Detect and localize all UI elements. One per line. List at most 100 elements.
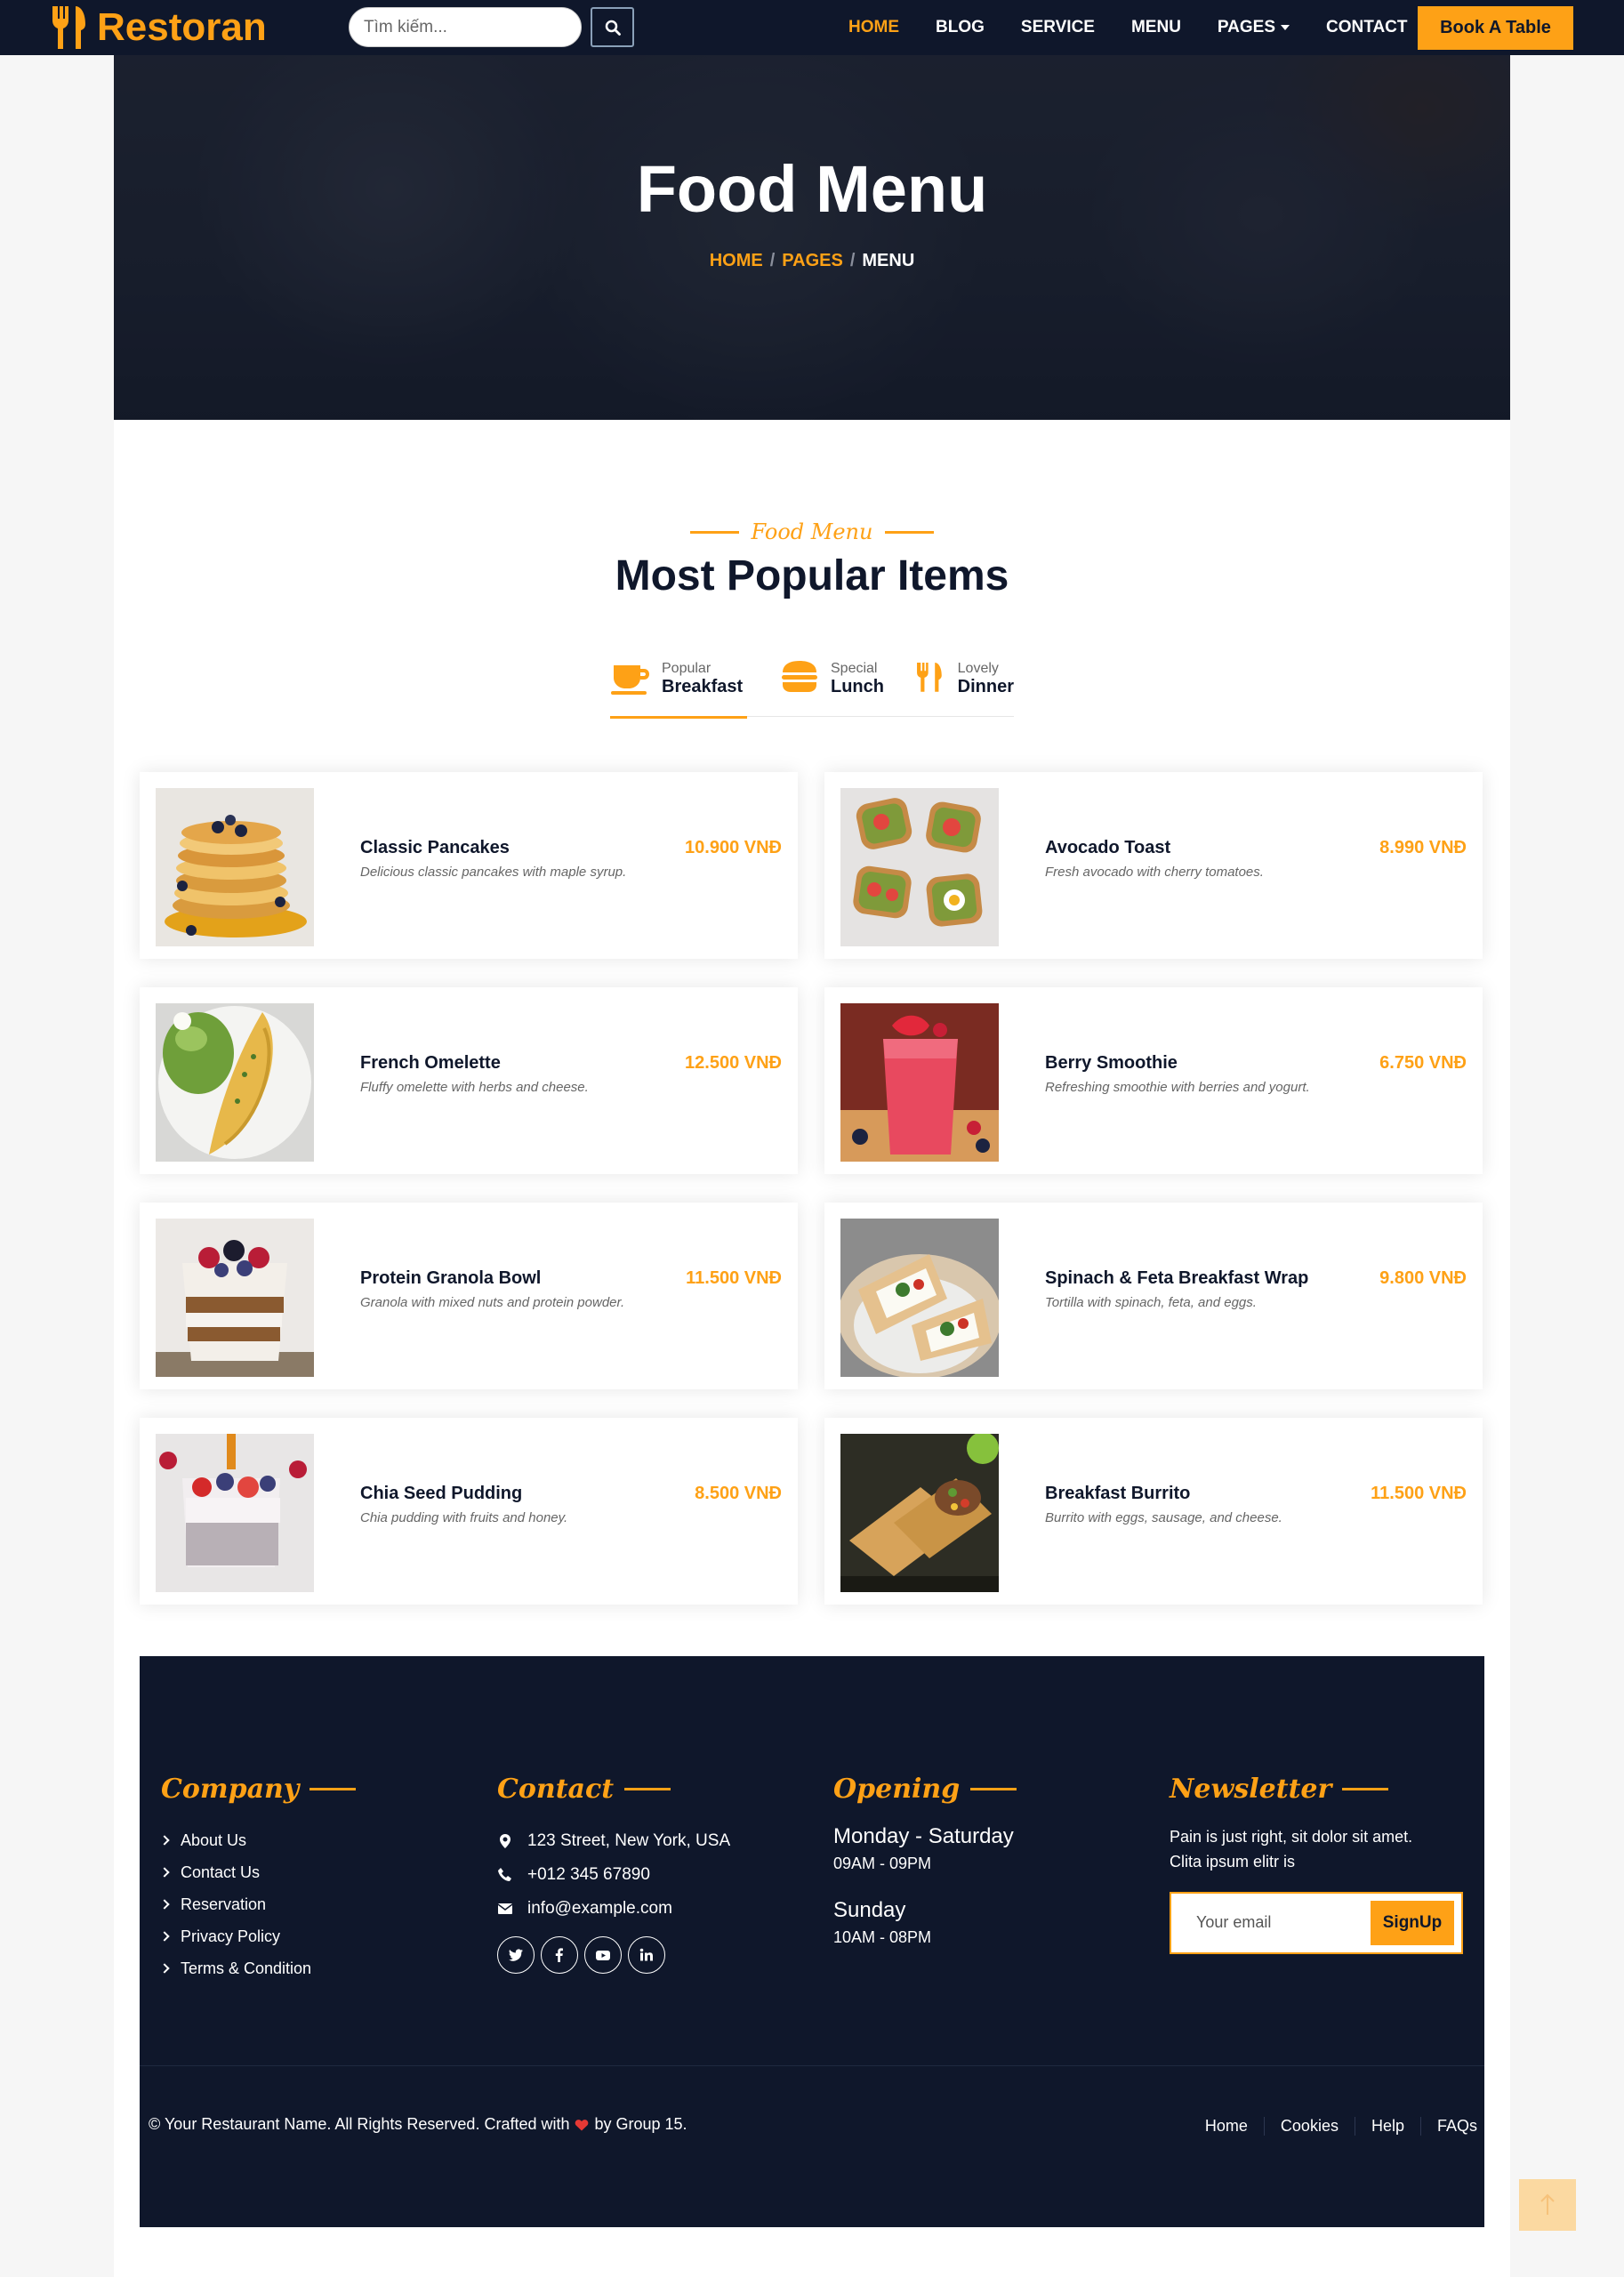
footer-heading: Opening — [833, 1774, 1017, 1805]
social-links — [497, 1936, 730, 1974]
footer-link-label: Privacy Policy — [181, 1927, 281, 1945]
omelette-photo — [156, 1003, 314, 1162]
breadcrumb-separator: / — [849, 251, 856, 270]
section-subtitle: Food Menu — [0, 519, 1624, 544]
contact-phone[interactable]: +012 345 67890 — [497, 1858, 730, 1892]
footer-link-reservation[interactable]: Reservation — [159, 1888, 356, 1920]
nav-pages-dropdown[interactable]: PAGES — [1218, 18, 1290, 37]
facebook-icon — [555, 1948, 563, 1962]
menu-item-desc: Granola with mixed nuts and protein powd… — [360, 1295, 625, 1310]
copyright: © Your Restaurant Name. All Rights Reser… — [149, 2115, 687, 2134]
book-table-button[interactable]: Book A Table — [1418, 6, 1573, 50]
footer-menu-home[interactable]: Home — [1189, 2116, 1265, 2136]
breadcrumb-pages[interactable]: PAGES — [782, 251, 843, 270]
contact-email-text: info@example.com — [527, 1899, 672, 1918]
chevron-right-icon — [159, 1963, 170, 1974]
divider — [310, 1788, 357, 1790]
menu-item-card[interactable]: Protein Granola Bowl Granola with mixed … — [140, 1203, 798, 1389]
coffee-cup-icon — [611, 665, 649, 695]
divider — [689, 530, 739, 534]
breadcrumb-current: MENU — [862, 251, 915, 270]
footer-link-about[interactable]: About Us — [159, 1824, 356, 1856]
footer-menu-help[interactable]: Help — [1355, 2116, 1421, 2136]
divider — [885, 530, 935, 534]
menu-item-desc: Burrito with eggs, sausage, and cheese. — [1045, 1510, 1282, 1525]
footer-link-label: Terms & Condition — [181, 1959, 312, 1977]
pancakes-photo — [156, 788, 314, 946]
nav-service-label: SERVICE — [1020, 18, 1095, 36]
menu-item-name: Spinach & Feta Breakfast Wrap — [1045, 1268, 1309, 1288]
nav-pages-label: PAGES — [1217, 18, 1276, 36]
facebook-button[interactable] — [541, 1936, 578, 1974]
footer-link-privacy[interactable]: Privacy Policy — [159, 1920, 356, 1952]
search-button[interactable] — [591, 7, 634, 47]
nav-menu[interactable]: MENU — [1131, 18, 1181, 37]
footer-menu-cookies[interactable]: Cookies — [1265, 2116, 1355, 2136]
menu-item-name: Chia Seed Pudding — [360, 1484, 523, 1503]
footer-heading: Company — [161, 1774, 357, 1805]
utensils-icon — [52, 6, 85, 49]
contact-email[interactable]: info@example.com — [497, 1892, 730, 1926]
tab-breakfast[interactable]: Popular Breakfast — [610, 658, 747, 719]
menu-item-card[interactable]: Spinach & Feta Breakfast Wrap Tortilla w… — [824, 1203, 1483, 1389]
nav-links: HOME BLOG SERVICE MENU PAGES CONTACT — [848, 0, 1444, 55]
tab-dinner[interactable]: Lovely Dinner — [912, 658, 1014, 717]
breadcrumb: HOME / PAGES / MENU — [114, 251, 1510, 271]
footer-menu: Home Cookies Help FAQs — [1189, 2110, 1477, 2142]
opening-time: 10AM - 08PM — [833, 1928, 932, 1946]
back-to-top-button[interactable] — [1519, 2179, 1576, 2231]
search-input[interactable] — [364, 17, 568, 37]
footer-menu-faqs[interactable]: FAQs — [1421, 2117, 1477, 2136]
linkedin-button[interactable] — [628, 1936, 665, 1974]
menu-item-card[interactable]: Chia Seed Pudding Chia pudding with frui… — [140, 1418, 798, 1605]
nav-service[interactable]: SERVICE — [1021, 18, 1095, 37]
contact-address: 123 Street, New York, USA — [497, 1824, 730, 1858]
chevron-right-icon — [159, 1899, 170, 1910]
footer-newsletter-title: Newsletter — [1170, 1774, 1332, 1805]
breadcrumb-home[interactable]: HOME — [710, 251, 763, 270]
menu-item-card[interactable]: Avocado Toast Fresh avocado with cherry … — [824, 772, 1483, 959]
caret-down-icon — [1281, 25, 1290, 30]
footer-link-terms[interactable]: Terms & Condition — [159, 1952, 356, 1984]
menu-item-card[interactable]: Breakfast Burrito Burrito with eggs, sau… — [824, 1418, 1483, 1605]
map-marker-icon — [500, 1834, 511, 1848]
newsletter-email-input[interactable] — [1196, 1913, 1347, 1932]
footer-newsletter: Newsletter Pain is just right, sit dolor… — [1170, 1774, 1463, 1954]
contact-phone-text: +012 345 67890 — [527, 1865, 650, 1884]
smoothie-photo — [840, 1003, 999, 1162]
nav-blog-label: BLOG — [936, 18, 985, 36]
nav-contact[interactable]: CONTACT — [1326, 18, 1407, 37]
nav-home[interactable]: HOME — [848, 18, 899, 37]
divider — [140, 2065, 1484, 2066]
menu-item-desc: Tortilla with spinach, feta, and eggs. — [1045, 1295, 1257, 1310]
footer-company-title: Company — [161, 1774, 300, 1805]
menu-item-desc: Delicious classic pancakes with maple sy… — [360, 865, 627, 880]
menu-item-card[interactable]: French Omelette Fluffy omelette with her… — [140, 987, 798, 1174]
avocado-toast-photo — [840, 788, 999, 946]
signup-button[interactable]: SignUp — [1371, 1901, 1454, 1945]
footer-link-contact[interactable]: Contact Us — [159, 1856, 356, 1888]
footer-link-label: Contact Us — [181, 1863, 261, 1881]
newsletter-form: SignUp — [1170, 1892, 1463, 1954]
chevron-right-icon — [159, 1835, 170, 1846]
twitter-button[interactable] — [497, 1936, 535, 1974]
twitter-icon — [509, 1949, 523, 1961]
menu-item-price: 8.990 VNĐ — [1379, 838, 1467, 857]
nav-blog[interactable]: BLOG — [936, 18, 985, 37]
footer: Company About Us Contact Us Reservation … — [140, 1656, 1484, 2227]
brand-name: Restoran — [97, 5, 267, 49]
chevron-right-icon — [159, 1867, 170, 1878]
menu-item-card[interactable]: Classic Pancakes Delicious classic panca… — [140, 772, 798, 959]
youtube-button[interactable] — [584, 1936, 622, 1974]
phone-icon — [498, 1868, 511, 1881]
tab-lunch[interactable]: Special Lunch — [779, 658, 886, 717]
menu-item-card[interactable]: Berry Smoothie Refreshing smoothie with … — [824, 987, 1483, 1174]
footer-heading: Newsletter — [1170, 1774, 1463, 1805]
menu-item-desc: Chia pudding with fruits and honey. — [360, 1510, 568, 1525]
arrow-up-icon — [1540, 2193, 1555, 2215]
footer-opening-title: Opening — [833, 1774, 961, 1805]
opening-day: Monday - Saturday — [833, 1824, 1014, 1848]
brand-logo[interactable]: Restoran — [49, 0, 267, 55]
menu-item-desc: Fluffy omelette with herbs and cheese. — [360, 1080, 589, 1095]
chevron-right-icon — [159, 1931, 170, 1942]
